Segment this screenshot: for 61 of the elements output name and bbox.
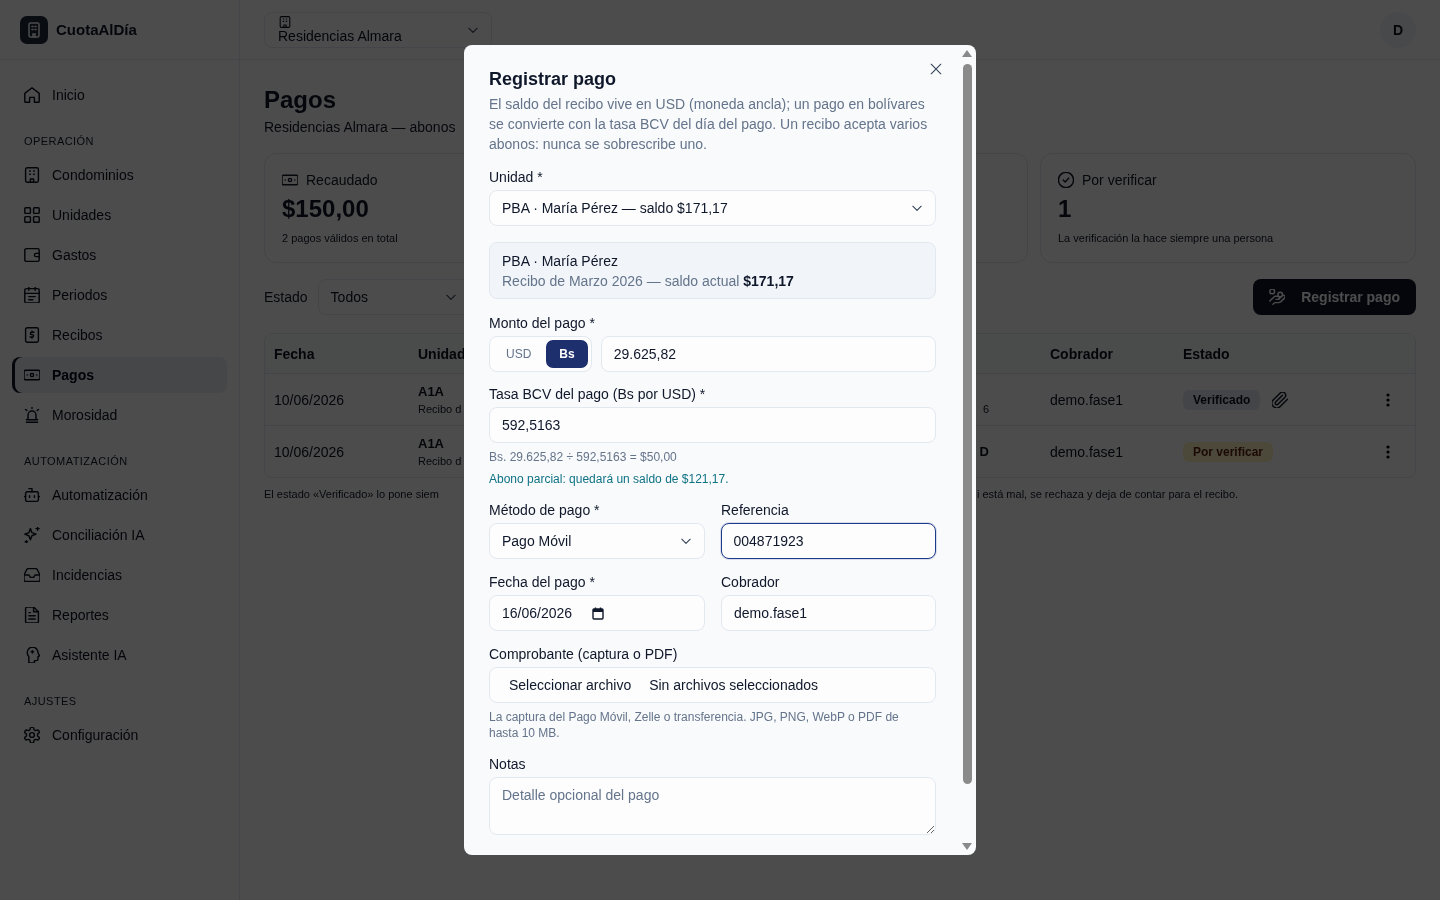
- field-label: Fecha del pago *: [489, 573, 595, 592]
- column-header: Cobrador: [1050, 345, 1113, 362]
- close-button[interactable]: [930, 63, 942, 75]
- file-status: Sin archivos seleccionados: [649, 677, 819, 693]
- page-title: Pagos: [264, 85, 337, 115]
- receipt-text: Recibo d: [418, 453, 462, 468]
- section-heading: AJUSTES: [23, 694, 77, 709]
- unit-select[interactable]: PBA · María Pérez — saldo $171,17: [489, 190, 936, 226]
- receipt-text: Recibo d: [418, 401, 462, 416]
- balance-note: Abono parcial: quedará un saldo de $121,17.: [489, 471, 729, 487]
- brand-name: CuotaAlDía: [56, 21, 137, 38]
- unit-code: A1A: [418, 435, 444, 452]
- stat-label: Por verificar: [1082, 171, 1157, 190]
- column-header: Fecha: [274, 345, 315, 362]
- field-label: Referencia: [721, 501, 789, 520]
- scrollbar[interactable]: [962, 50, 972, 850]
- field-label: Cobrador: [721, 573, 780, 592]
- choose-file-button[interactable]: Seleccionar archivo: [496, 677, 632, 693]
- cut-off-text: 6: [982, 401, 989, 416]
- collector-cell: demo.fase1: [1050, 391, 1124, 408]
- field-label: Comprobante (captura o PDF): [489, 645, 678, 664]
- section-heading: OPERACIÓN: [23, 134, 94, 149]
- rate-field[interactable]: 592,5163: [489, 407, 936, 443]
- section-heading: AUTOMATIZACIÓN: [23, 454, 128, 469]
- date-cell: 10/06/2026: [274, 391, 345, 408]
- stat-label: Recaudado: [306, 171, 378, 190]
- date-cell: 10/06/2026: [274, 443, 345, 460]
- page-subtitle: Residencias Almara — abonos: [264, 118, 456, 137]
- collector-cell: demo.fase1: [1050, 443, 1124, 460]
- payment-method-select[interactable]: Pago Móvil: [489, 523, 705, 559]
- field-label: Método de pago *: [489, 501, 600, 520]
- date-field[interactable]: 16/06/2026: [489, 595, 705, 631]
- field-label: Unidad *: [489, 168, 543, 187]
- currency-option[interactable]: USD: [493, 340, 545, 368]
- dialog-description: El saldo del recibo vive en USD (moneda ancla); un pago en bolívares se convierte con la tasa BCV del día del pago. Un recibo acepta varios abonos: nunca se sobrescribe uno.: [489, 95, 929, 154]
- field-label: Tasa BCV del pago (Bs por USD) *: [489, 385, 706, 404]
- footnote-text: El estado «Verificado» lo pone siem: [264, 487, 439, 502]
- close-icon: [930, 63, 942, 75]
- cut-off-text: D: [979, 443, 989, 460]
- column-header: Unidad: [418, 345, 466, 362]
- reference-field[interactable]: 004871923: [721, 523, 936, 559]
- field-label: Notas: [489, 755, 526, 774]
- currency-option[interactable]: Bs: [546, 340, 588, 368]
- calendar-icon[interactable]: [592, 606, 605, 620]
- summary-title: PBA · María Pérez: [502, 252, 619, 271]
- stat-note: La verificación la hace siempre una persona: [1058, 231, 1274, 246]
- unit-code: A1A: [418, 383, 444, 400]
- file-field[interactable]: Seleccionar archivo Sin archivos seleccionados: [489, 667, 936, 703]
- dialog-title: Registrar pago: [489, 68, 618, 91]
- stat-note: 2 pagos válidos en total: [282, 231, 398, 246]
- filter-label: Estado: [264, 289, 308, 305]
- stat-value: $150,00: [282, 194, 369, 224]
- conversion-text: Bs. 29.625,82 ÷ 592,5163 = $50,00: [489, 449, 677, 465]
- summary-detail: Recibo de Marzo 2026 — saldo actual $171,17: [502, 272, 795, 291]
- file-hint: La captura del Pago Móvil, Zelle o transferencia. JPG, PNG, WebP o PDF de hasta 10 MB.: [489, 709, 900, 741]
- stat-value: 1: [1058, 194, 1072, 224]
- notes-field[interactable]: Detalle opcional del pago: [489, 777, 936, 835]
- field-label: Monto del pago *: [489, 314, 595, 333]
- collector-field[interactable]: demo.fase1: [721, 595, 936, 631]
- column-header: Estado: [1183, 345, 1230, 362]
- amount-field[interactable]: 29.625,82: [600, 336, 936, 372]
